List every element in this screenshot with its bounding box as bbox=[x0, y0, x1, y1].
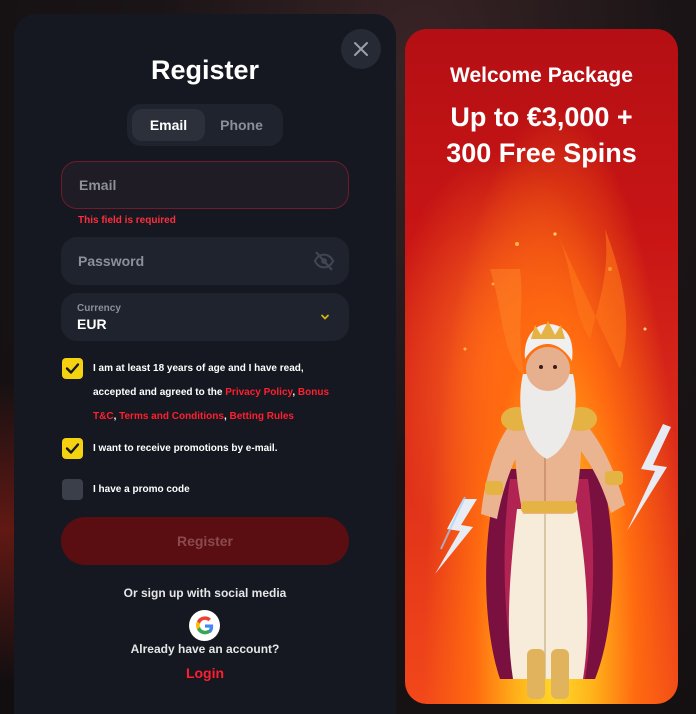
promo-offer-line-1: Up to €3,000 + bbox=[450, 102, 633, 132]
promotions-text: I want to receive promotions by e-mail. bbox=[93, 443, 278, 454]
promo-code-checkbox[interactable] bbox=[62, 479, 83, 500]
register-button[interactable]: Register bbox=[61, 517, 349, 565]
chevron-down-icon bbox=[321, 314, 329, 320]
google-icon bbox=[195, 615, 213, 634]
currency-select[interactable]: Currency EUR bbox=[61, 293, 349, 341]
checkmark-icon bbox=[65, 443, 80, 454]
promo-code-text: I have a promo code bbox=[93, 484, 190, 495]
email-input[interactable] bbox=[79, 177, 331, 193]
betting-rules-link[interactable]: Betting Rules bbox=[230, 411, 294, 422]
social-signup-text: Or sign up with social media bbox=[123, 586, 287, 600]
age-consent-checkbox[interactable] bbox=[62, 358, 83, 379]
auth-method-tabs: Email Phone bbox=[127, 104, 283, 146]
welcome-package-banner[interactable]: Welcome Package Up to €3,000 + 300 Free … bbox=[405, 29, 678, 704]
age-consent-text: I am at least 18 years of age and I have… bbox=[93, 357, 343, 429]
currency-label: Currency bbox=[77, 302, 121, 314]
privacy-policy-link[interactable]: Privacy Policy bbox=[225, 387, 292, 398]
tab-email[interactable]: Email bbox=[132, 109, 205, 141]
age-consent-row: I am at least 18 years of age and I have… bbox=[62, 358, 343, 429]
promo-code-row: I have a promo code bbox=[62, 479, 343, 502]
have-account-text: Already have an account? bbox=[130, 642, 280, 656]
page-title: Register bbox=[150, 55, 260, 85]
checkmark-icon bbox=[65, 363, 80, 374]
zeus-character-illustration bbox=[435, 229, 671, 699]
promo-headline: Welcome Package bbox=[450, 64, 633, 87]
password-field-wrapper bbox=[61, 237, 349, 285]
tab-phone[interactable]: Phone bbox=[205, 109, 278, 141]
promo-offer-line-2: 300 Free Spins bbox=[446, 138, 637, 168]
terms-link[interactable]: Terms and Conditions bbox=[119, 411, 224, 422]
login-link[interactable]: Login bbox=[14, 665, 396, 681]
eye-off-icon[interactable] bbox=[313, 250, 335, 272]
email-field-wrapper bbox=[61, 161, 349, 209]
currency-value: EUR bbox=[77, 315, 107, 332]
promotions-checkbox[interactable] bbox=[62, 438, 83, 459]
google-signup-button[interactable] bbox=[189, 610, 220, 641]
password-input[interactable] bbox=[78, 253, 332, 269]
promotions-row: I want to receive promotions by e-mail. bbox=[62, 438, 343, 461]
email-error-message: This field is required bbox=[78, 215, 176, 226]
promo-offer: Up to €3,000 + 300 Free Spins bbox=[405, 99, 678, 171]
